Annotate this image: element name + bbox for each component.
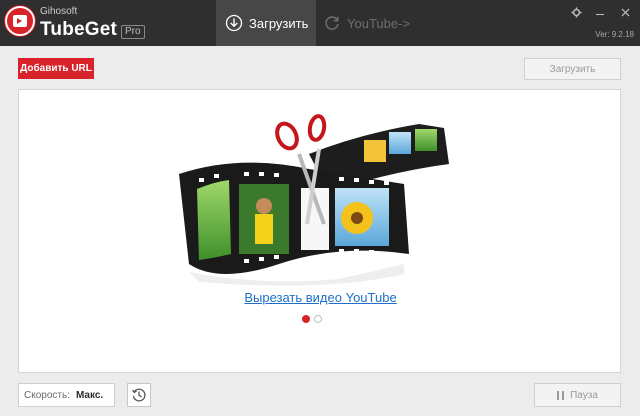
close-icon bbox=[620, 7, 630, 17]
speed-selector[interactable]: Скорость: Макс. bbox=[18, 383, 115, 407]
download-circle-icon bbox=[225, 14, 243, 32]
gear-icon bbox=[570, 6, 582, 18]
speed-label: Скорость: bbox=[24, 389, 70, 401]
main-panel: Вырезать видео YouTube bbox=[18, 89, 621, 373]
tab-youtube-label: YouTube-> bbox=[347, 15, 411, 31]
title-bar: Gihosoft TubeGet Pro Загрузить YouTube-> bbox=[0, 0, 640, 46]
version-label: Ver: 9.2.18 bbox=[595, 30, 634, 39]
brand-vendor: Gihosoft bbox=[40, 6, 78, 17]
minimize-button[interactable] bbox=[592, 5, 608, 19]
history-icon bbox=[132, 388, 146, 402]
download-button[interactable]: Загрузить bbox=[524, 58, 621, 80]
edition-badge: Pro bbox=[121, 25, 145, 39]
carousel-indicator bbox=[302, 315, 322, 323]
close-button[interactable] bbox=[617, 5, 633, 19]
tab-download-label: Загрузить bbox=[249, 15, 309, 31]
pause-label: Пауза bbox=[570, 389, 598, 401]
cut-youtube-video-link[interactable]: Вырезать видео YouTube bbox=[19, 290, 622, 305]
pause-icon bbox=[557, 390, 565, 400]
history-button[interactable] bbox=[127, 383, 151, 407]
speed-value: Макс. bbox=[75, 389, 104, 401]
app-logo-icon bbox=[5, 6, 35, 36]
film-strip-scissors-illustration bbox=[179, 114, 449, 286]
refresh-icon bbox=[325, 16, 339, 30]
minimize-icon bbox=[596, 13, 604, 15]
carousel-dot-1[interactable] bbox=[302, 315, 310, 323]
tab-download[interactable]: Загрузить bbox=[216, 0, 316, 46]
tab-youtube[interactable]: YouTube-> bbox=[316, 0, 426, 46]
carousel-dot-2[interactable] bbox=[314, 315, 322, 323]
brand-name: TubeGet bbox=[40, 19, 118, 40]
settings-button[interactable] bbox=[568, 5, 584, 19]
add-url-button[interactable]: Добавить URL bbox=[18, 58, 94, 79]
pause-button[interactable]: Пауза bbox=[534, 383, 621, 407]
